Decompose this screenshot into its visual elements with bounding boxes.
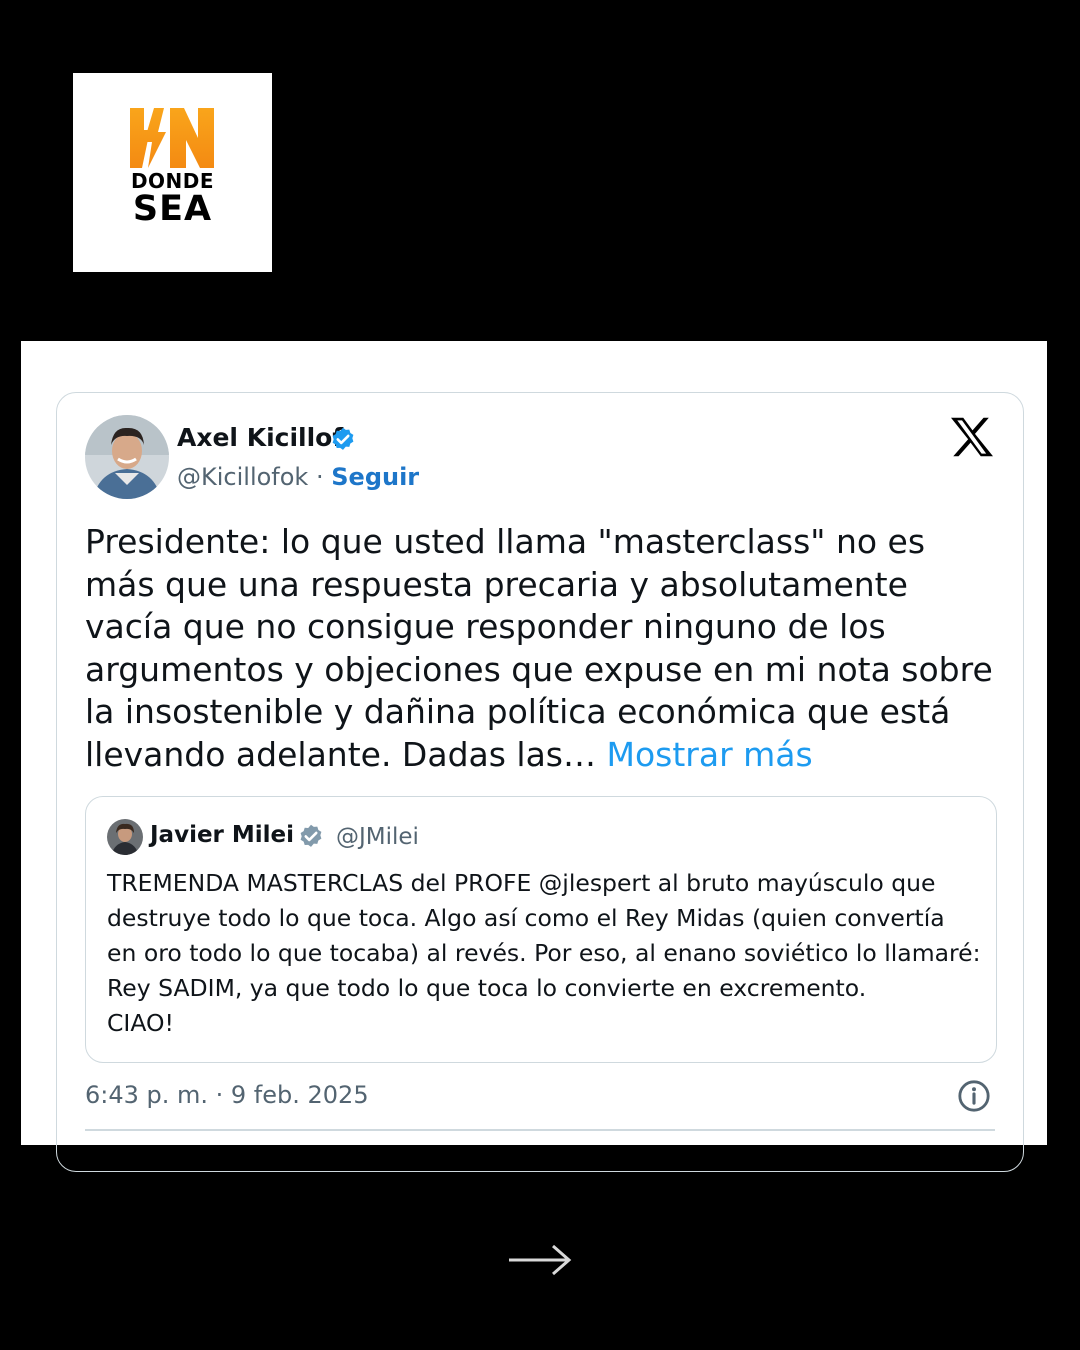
tweet-screenshot: Axel Kicillof @Kicillofok · Seguir Presi…	[21, 341, 1047, 1172]
brand-logo: DONDE SEA	[73, 73, 272, 272]
quoted-author-handle[interactable]: @JMilei	[336, 824, 419, 850]
x-logo-icon[interactable]	[951, 417, 993, 457]
tweet-body-text: Presidente: lo que usted llama "mastercl…	[85, 522, 993, 774]
author-name[interactable]: Axel Kicillof	[177, 423, 343, 452]
logo-text-donde: DONDE	[130, 169, 215, 193]
arrow-right-icon[interactable]	[505, 1238, 575, 1282]
separator-dot: ·	[315, 463, 324, 491]
info-icon[interactable]	[957, 1079, 991, 1113]
show-more-link[interactable]: Mostrar más	[607, 735, 813, 774]
verified-badge-icon	[300, 824, 322, 847]
author-avatar[interactable]	[85, 415, 169, 499]
lightning-n-logo-icon	[130, 108, 214, 168]
quoted-tweet[interactable]: Javier Milei @JMilei TREMENDA MASTERCLAS…	[85, 796, 997, 1063]
quoted-author-name[interactable]: Javier Milei	[150, 822, 294, 848]
quoted-author-avatar[interactable]	[107, 819, 143, 855]
tweet-card: Axel Kicillof @Kicillofok · Seguir Presi…	[56, 392, 1024, 1172]
tweet-timestamp[interactable]: 6:43 p. m. · 9 feb. 2025	[85, 1081, 369, 1109]
verified-badge-icon	[332, 427, 354, 450]
author-handle-row: @Kicillofok · Seguir	[177, 463, 419, 491]
author-handle[interactable]: @Kicillofok	[177, 463, 308, 491]
tweet-body: Presidente: lo que usted llama "mastercl…	[85, 521, 1000, 776]
follow-button[interactable]: Seguir	[331, 463, 419, 491]
divider	[85, 1129, 995, 1131]
quoted-tweet-body: TREMENDA MASTERCLAS del PROFE @jlespert …	[107, 869, 981, 1037]
logo-text-sea: SEA	[132, 189, 213, 229]
